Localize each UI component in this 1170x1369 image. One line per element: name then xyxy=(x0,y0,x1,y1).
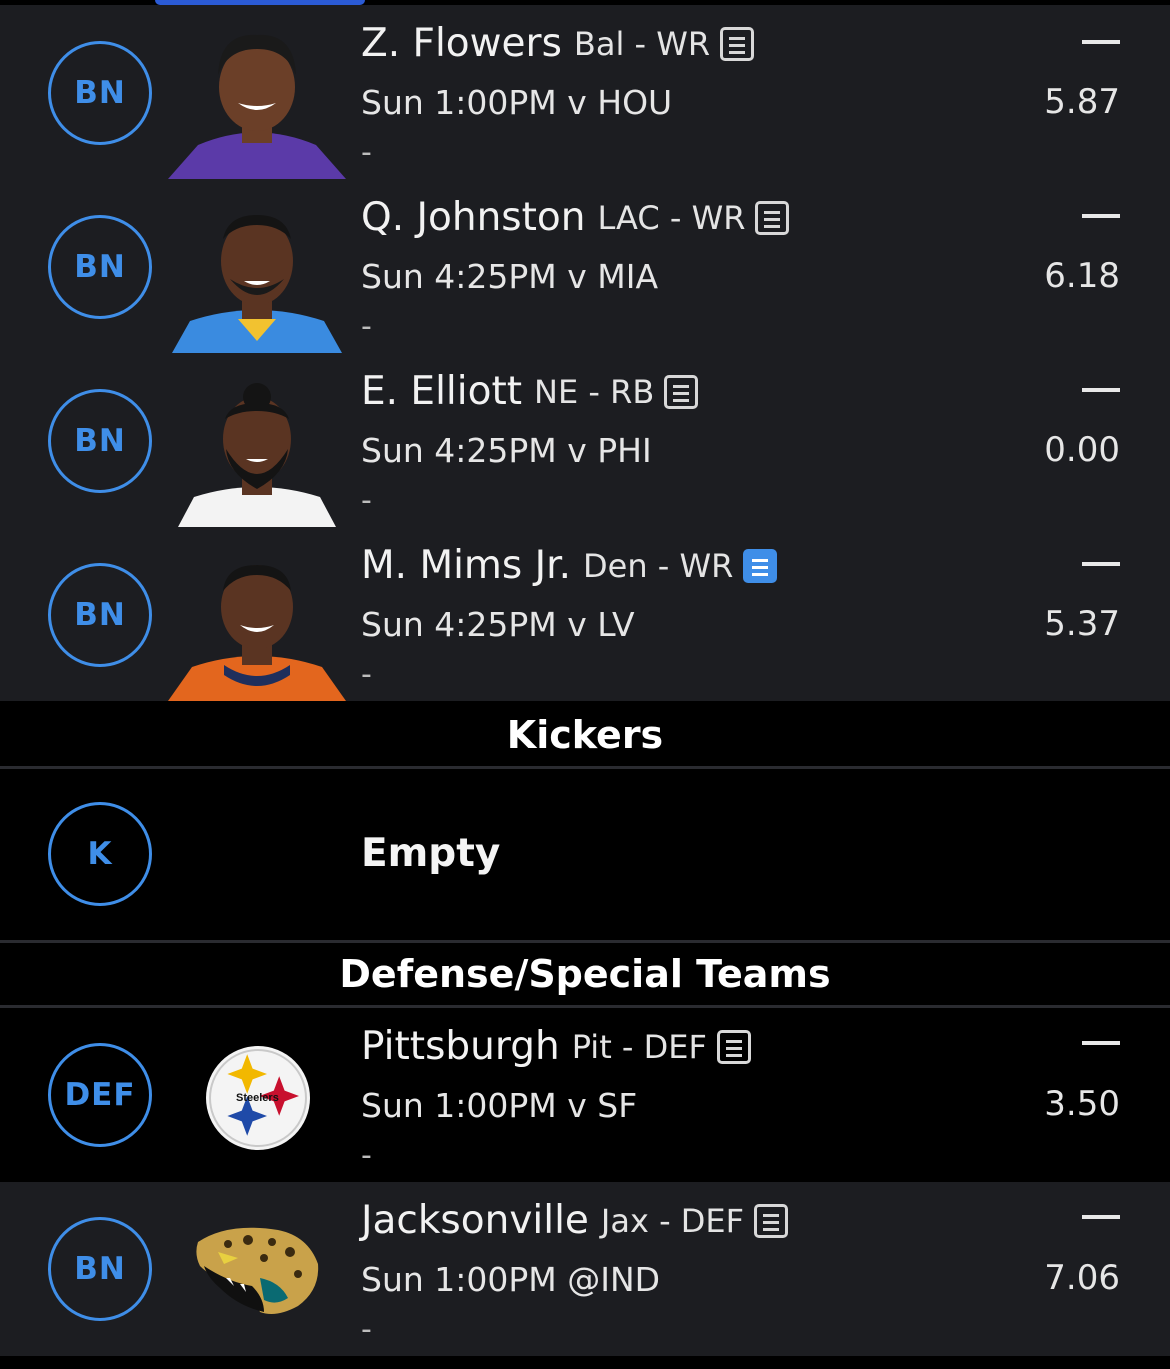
slot-button-bn[interactable]: BN xyxy=(48,1217,152,1321)
section-header-kickers: Kickers xyxy=(0,704,1170,766)
player-status: - xyxy=(361,1312,372,1347)
slot-button-bn[interactable]: BN xyxy=(48,215,152,319)
player-row[interactable]: BN Z. Flowers Bal - WR Sun 1:00PM v HOU … xyxy=(0,5,1170,179)
team-name[interactable]: Jacksonville xyxy=(361,1198,589,1243)
bottom-edge xyxy=(0,1357,1170,1369)
projected-points: 3.50 xyxy=(1044,1084,1120,1124)
player-headshot[interactable] xyxy=(168,5,346,179)
slot-button-bn[interactable]: BN xyxy=(48,41,152,145)
player-status: - xyxy=(361,657,372,692)
game-info: Sun 1:00PM @IND xyxy=(361,1260,661,1299)
game-info: Sun 1:00PM v SF xyxy=(361,1086,638,1125)
news-icon[interactable] xyxy=(664,374,699,409)
news-icon[interactable] xyxy=(754,1203,789,1238)
actual-points-dash xyxy=(1082,214,1120,218)
game-info: Sun 4:25PM v PHI xyxy=(361,431,652,470)
team-position: LAC - WR xyxy=(597,198,746,237)
slot-button-bn[interactable]: BN xyxy=(48,563,152,667)
game-info: Sun 4:25PM v LV xyxy=(361,605,635,644)
player-row[interactable]: BN M. Mims Jr. Den - WR Sun 4:25PM v LV … xyxy=(0,527,1170,701)
player-row[interactable]: BN Q. Johnston LAC - WR Sun 4:25PM v MIA… xyxy=(0,179,1170,353)
projected-points: 0.00 xyxy=(1044,430,1120,470)
section-title: Defense/Special Teams xyxy=(339,952,831,996)
empty-slot-row[interactable]: K Empty xyxy=(0,769,1170,943)
projected-points: 5.37 xyxy=(1044,604,1120,644)
team-position: Den - WR xyxy=(583,546,734,585)
player-headshot[interactable] xyxy=(168,179,346,353)
news-icon[interactable] xyxy=(720,26,755,61)
actual-points-dash xyxy=(1082,1041,1120,1045)
player-status: - xyxy=(361,309,372,344)
team-position: NE - RB xyxy=(534,372,655,411)
actual-points-dash xyxy=(1082,40,1120,44)
news-icon[interactable] xyxy=(755,200,790,235)
actual-points-dash xyxy=(1082,388,1120,392)
team-position: Bal - WR xyxy=(573,24,711,63)
player-name[interactable]: M. Mims Jr. xyxy=(361,543,571,588)
game-info: Sun 4:25PM v MIA xyxy=(361,257,659,296)
slot-button-def[interactable]: DEF xyxy=(48,1043,152,1147)
projected-points: 7.06 xyxy=(1044,1258,1120,1298)
player-name[interactable]: E. Elliott xyxy=(361,369,522,414)
news-icon-new[interactable] xyxy=(743,548,778,583)
player-headshot[interactable] xyxy=(168,353,346,527)
slot-button-k[interactable]: K xyxy=(48,802,152,906)
actual-points-dash xyxy=(1082,562,1120,566)
player-row[interactable]: BN E. Elliott NE - RB Sun 4:25PM v PHI -… xyxy=(0,353,1170,527)
player-name[interactable]: Q. Johnston xyxy=(361,195,585,240)
team-logo[interactable]: Steelers xyxy=(168,1008,346,1182)
player-headshot[interactable] xyxy=(168,527,346,701)
team-position: Jax - DEF xyxy=(600,1201,745,1240)
section-header-defense: Defense/Special Teams xyxy=(0,943,1170,1005)
actual-points-dash xyxy=(1082,1215,1120,1219)
slot-button-bn[interactable]: BN xyxy=(48,389,152,493)
game-info: Sun 1:00PM v HOU xyxy=(361,83,673,122)
projected-points: 5.87 xyxy=(1044,82,1120,122)
empty-slot-label[interactable]: Empty xyxy=(361,831,500,876)
player-status: - xyxy=(361,1138,372,1173)
team-name[interactable]: Pittsburgh xyxy=(361,1024,560,1069)
defense-row[interactable]: BN Jacksonville Jax - DEF Sun 1:00PM @IN… xyxy=(0,1182,1170,1356)
player-status: - xyxy=(361,135,372,170)
jaguar-logo[interactable] xyxy=(168,1182,346,1356)
defense-row[interactable]: DEF Steelers Pittsburgh Pit - DEF Sun 1:… xyxy=(0,1008,1170,1182)
logo-wordmark: Steelers xyxy=(236,1092,279,1104)
section-title: Kickers xyxy=(506,713,664,757)
player-status: - xyxy=(361,483,372,518)
player-name[interactable]: Z. Flowers xyxy=(361,21,562,66)
team-position: Pit - DEF xyxy=(571,1027,707,1066)
news-icon[interactable] xyxy=(716,1029,751,1064)
projected-points: 6.18 xyxy=(1044,256,1120,296)
